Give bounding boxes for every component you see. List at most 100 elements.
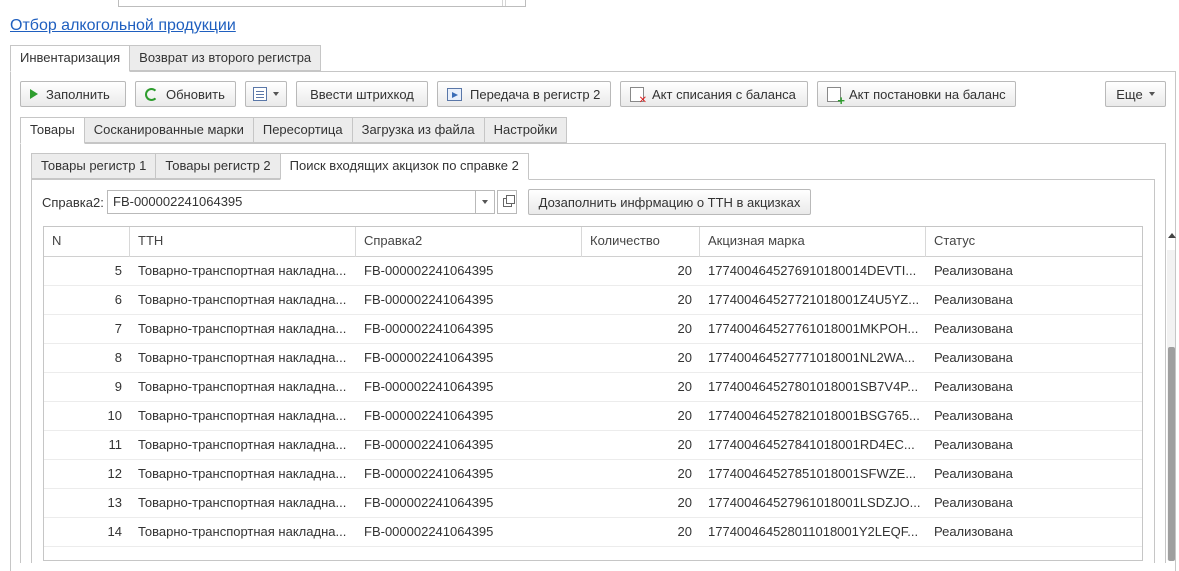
cell-quantity: 20 [677, 437, 692, 452]
cell-n: 14 [107, 524, 122, 539]
tab-goods-register2[interactable]: Товары регистр 2 [155, 153, 281, 179]
chevron-down-icon [273, 92, 279, 96]
column-header-ttn[interactable]: ТТН [130, 227, 356, 257]
cell-n: 8 [114, 350, 122, 365]
certificate-label: Справка2: [42, 195, 104, 210]
column-header-status[interactable]: Статус [926, 227, 1128, 257]
transfer-icon [447, 87, 462, 101]
tab-return-second-register[interactable]: Возврат из второго регистра [129, 45, 322, 71]
cell-quantity: 20 [677, 321, 692, 336]
list-menu-button[interactable] [245, 81, 287, 107]
fill-ttn-info-button[interactable]: Дозаполнить инфрмацию о ТТН в акцизках [528, 189, 811, 215]
play-icon [30, 89, 38, 99]
certificate-dropdown-button[interactable] [475, 190, 495, 214]
enter-barcode-button[interactable]: Ввести штрихкод [296, 81, 428, 107]
cell-excise-mark: 177400464527721018001Z4U5YZ... [708, 292, 920, 307]
column-header-quantity[interactable]: Количество [582, 227, 700, 257]
table-row[interactable]: 11 Товарно-транспортная накладна... FB-000… [44, 431, 1142, 460]
cell-quantity: 20 [677, 524, 692, 539]
column-header-certificate[interactable]: Справка2 [356, 227, 582, 257]
cell-excise-mark: 177400464527961018001LSDZJO... [708, 495, 921, 510]
cell-certificate: FB-000002241064395 [364, 466, 494, 481]
table-row[interactable]: 13 Товарно-транспортная накладна... FB-000… [44, 489, 1142, 518]
refresh-button[interactable]: Обновить [135, 81, 236, 107]
register-act-button[interactable]: Акт постановки на баланс [817, 81, 1016, 108]
cell-certificate: FB-000002241064395 [364, 263, 494, 278]
cell-ttn: Товарно-транспортная накладна... [138, 466, 347, 481]
main-tabs: Инвентаризация Возврат из второго регист… [10, 45, 322, 72]
cell-n: 11 [108, 437, 123, 452]
cell-ttn: Товарно-транспортная накладна... [138, 495, 347, 510]
cell-certificate: FB-000002241064395 [364, 437, 494, 452]
tab-inventory[interactable]: Инвентаризация [10, 45, 131, 72]
sub-tabs: Товары Сосканированные марки Пересортица… [20, 117, 568, 144]
cell-n: 13 [107, 495, 122, 510]
tab-goods[interactable]: Товары [20, 117, 85, 144]
table-header: N ТТН Справка2 Количество Акцизная марка… [44, 227, 1142, 257]
cell-excise-mark: 177400464527771018001NL2WA... [708, 350, 915, 365]
cell-status: Реализована [934, 466, 1013, 481]
tab-goods-register1[interactable]: Товары регистр 1 [31, 153, 157, 179]
cell-excise-mark: 177400464527801018001SB7V4P... [708, 379, 919, 394]
certificate-input[interactable]: FB-000002241064395 [107, 190, 476, 214]
cell-excise-mark: 177400464527761018001MKPOH... [708, 321, 919, 336]
cell-quantity: 20 [677, 292, 692, 307]
tab-search-excise-by-cert2[interactable]: Поиск входящих акцизок по справке 2 [279, 153, 529, 180]
table-row[interactable]: 10 Товарно-транспортная накладна... FB-000… [44, 402, 1142, 431]
cell-n: 5 [114, 263, 122, 278]
tab-regrading[interactable]: Пересортица [252, 117, 353, 143]
writeoff-act-button[interactable]: Акт списания с баланса [620, 81, 808, 107]
table-row[interactable]: 5 Товарно-транспортная накладна... FB-0000… [44, 257, 1142, 286]
cell-quantity: 20 [677, 495, 692, 510]
scroll-up-arrow-icon[interactable] [1168, 233, 1176, 238]
cell-quantity: 20 [677, 466, 692, 481]
refresh-icon [145, 87, 158, 101]
chevron-down-icon [482, 200, 488, 204]
cell-n: 10 [107, 408, 122, 423]
fill-button[interactable]: Заполнить [20, 81, 126, 107]
cell-excise-mark: 177400464527821018001BSG765... [708, 408, 920, 423]
cell-n: 6 [114, 292, 122, 307]
inner-tabs: Товары регистр 1 Товары регистр 2 Поиск … [31, 153, 529, 180]
cell-status: Реализована [934, 292, 1013, 307]
column-header-excise-mark[interactable]: Акцизная марка [700, 227, 926, 257]
table-row[interactable]: 12 Товарно-транспортная накладна... FB-000… [44, 460, 1142, 489]
cell-n: 12 [107, 466, 122, 481]
scrollbar-thumb[interactable] [1168, 347, 1175, 561]
tab-settings[interactable]: Настройки [483, 117, 568, 143]
cell-certificate: FB-000002241064395 [364, 350, 494, 365]
cell-excise-mark: 177400464528011018001Y2LEQF... [708, 524, 919, 539]
table-row[interactable]: 9 Товарно-транспортная накладна... FB-0000… [44, 373, 1142, 402]
page-title-link[interactable]: Отбор алкогольной продукции [10, 17, 236, 35]
table-row[interactable]: 14 Товарно-транспортная накладна... FB-000… [44, 518, 1142, 547]
certificate-open-button[interactable] [497, 190, 517, 214]
cell-status: Реализована [934, 263, 1013, 278]
column-header-n[interactable]: N [44, 227, 130, 257]
cell-certificate: FB-000002241064395 [364, 495, 494, 510]
cell-quantity: 20 [677, 408, 692, 423]
top-input-remnant[interactable] [118, 0, 526, 7]
table-row[interactable]: 7 Товарно-транспортная накладна... FB-0000… [44, 315, 1142, 344]
cell-quantity: 20 [677, 379, 692, 394]
tab-scanned-marks[interactable]: Сосканированные марки [83, 117, 254, 143]
cell-ttn: Товарно-транспортная накладна... [138, 437, 347, 452]
more-button[interactable]: Еще [1105, 81, 1166, 107]
cell-status: Реализована [934, 379, 1013, 394]
table-row[interactable]: 6 Товарно-транспортная накладна... FB-0000… [44, 286, 1142, 315]
cell-status: Реализована [934, 321, 1013, 336]
cell-quantity: 20 [677, 263, 692, 278]
cell-quantity: 20 [677, 350, 692, 365]
table-body: 5 Товарно-транспортная накладна... FB-0000… [44, 257, 1142, 547]
chevron-down-icon [1148, 92, 1155, 96]
cell-ttn: Товарно-транспортная накладна... [138, 379, 347, 394]
transfer-register2-button[interactable]: Передача в регистр 2 [437, 81, 611, 107]
cell-status: Реализована [934, 437, 1013, 452]
excise-table: N ТТН Справка2 Количество Акцизная марка… [43, 226, 1143, 561]
cell-status: Реализована [934, 350, 1013, 365]
cell-n: 9 [114, 379, 122, 394]
tab-file-import[interactable]: Загрузка из файла [351, 117, 485, 143]
open-icon [502, 194, 515, 207]
cell-ttn: Товарно-транспортная накладна... [138, 350, 347, 365]
table-row[interactable]: 8 Товарно-транспортная накладна... FB-0000… [44, 344, 1142, 373]
cell-ttn: Товарно-транспортная накладна... [138, 321, 347, 336]
